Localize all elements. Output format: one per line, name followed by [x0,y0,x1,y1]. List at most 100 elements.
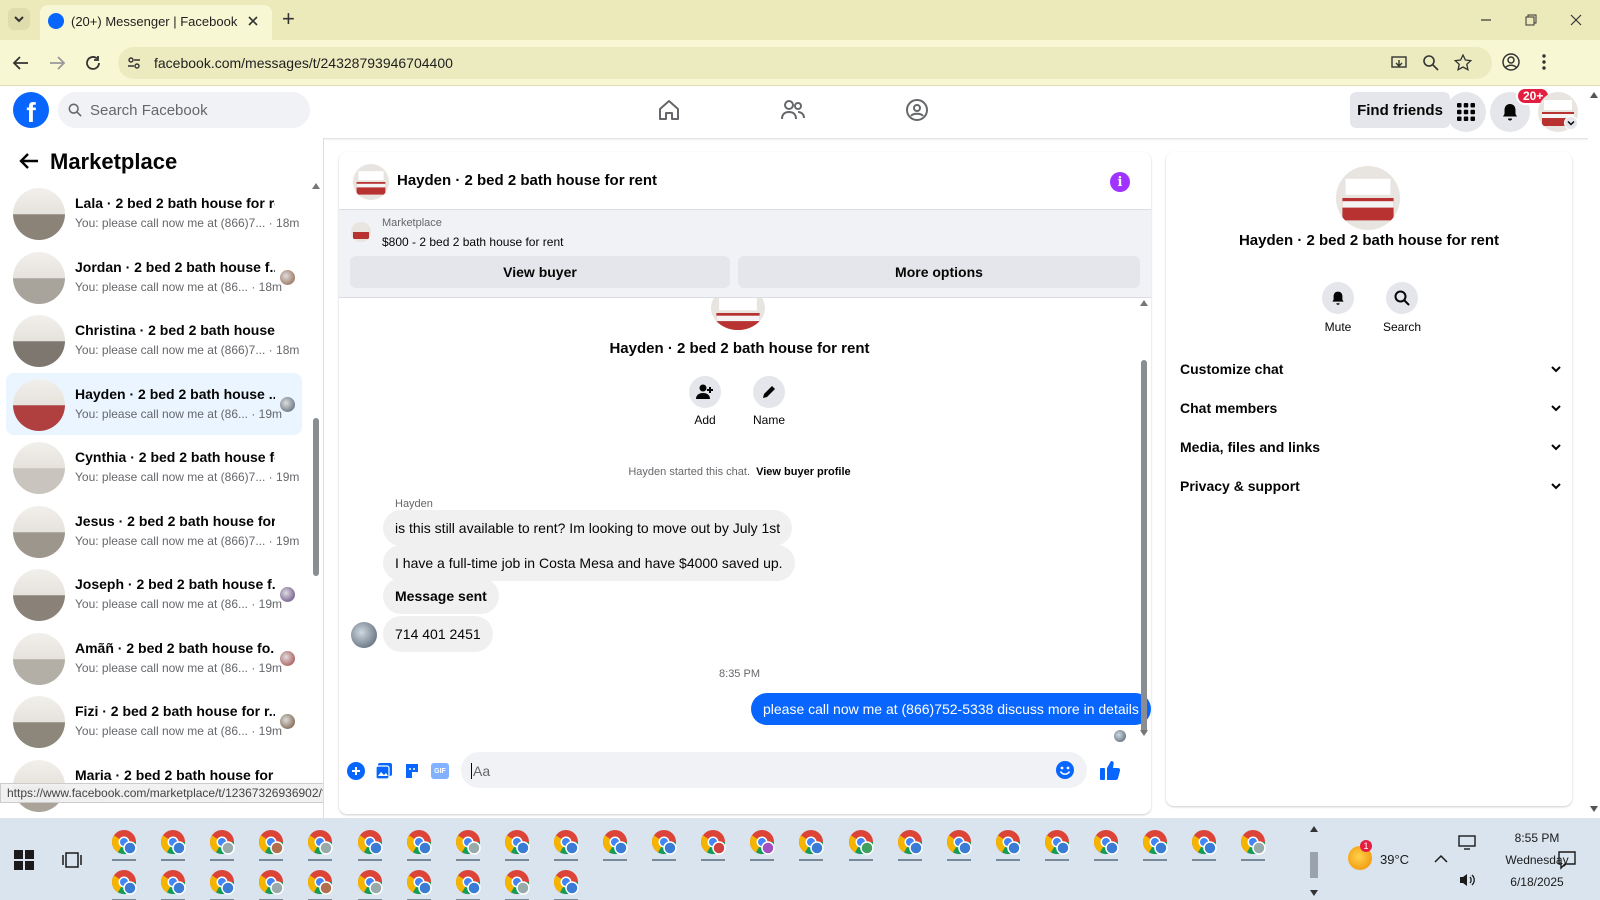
chrome-app-icon[interactable] [945,828,973,861]
windows-start-icon[interactable] [14,850,34,870]
search-in-chat-button[interactable] [1386,282,1418,314]
scroll-up-icon[interactable] [312,183,320,189]
info-icon[interactable]: i [1110,172,1130,192]
chrome-app-icon[interactable] [405,828,433,861]
chrome-app-icon[interactable] [601,828,629,861]
install-app-icon[interactable] [1390,54,1408,72]
chrome-app-icon[interactable] [306,828,334,861]
taskbar-scroll[interactable] [1308,818,1320,900]
chrome-app-icon[interactable] [257,828,285,861]
customize-chat-row[interactable]: Customize chat [1180,351,1562,387]
chrome-app-icon[interactable] [356,828,384,861]
back-arrow-icon[interactable] [18,150,40,172]
network-icon[interactable] [1458,834,1476,850]
conversation-item[interactable]: Jesus · 2 bed 2 bath house for r... You: … [6,500,302,562]
chrome-app-icon[interactable] [208,828,236,861]
plus-icon[interactable] [347,762,365,780]
details-avatar[interactable] [1336,166,1400,230]
chrome-app-icon[interactable] [1092,828,1120,861]
address-bar[interactable]: facebook.com/messages/t/2432879394670440… [118,47,1492,79]
forward-arrow-icon[interactable] [48,54,66,72]
chrome-app-icon[interactable] [1190,828,1218,861]
scroll-thumb[interactable] [313,418,319,576]
message-bubble[interactable]: is this still available to rent? Im look… [383,510,793,546]
message-input[interactable]: Aa [461,752,1087,788]
conversation-item[interactable]: Amãñ · 2 bed 2 bath house fo... You: plea… [6,627,302,689]
message-bubble[interactable]: 714 401 2451 [383,616,493,652]
conversation-item[interactable]: Hayden · 2 bed 2 bath house ... You: plea… [6,373,302,435]
task-view-icon[interactable] [62,850,82,870]
chrome-app-icon[interactable] [208,868,236,900]
chrome-app-icon[interactable] [699,828,727,861]
chrome-app-icon[interactable] [994,828,1022,861]
notification-center-icon[interactable] [1557,850,1577,870]
minimize-icon[interactable] [1478,12,1494,28]
page-scrollbar[interactable] [1588,86,1600,818]
thumbs-up-icon[interactable] [1099,759,1121,781]
volume-icon[interactable] [1458,872,1476,888]
menu-button[interactable] [1446,92,1486,132]
restore-icon[interactable] [1523,12,1539,28]
scroll-up-icon[interactable] [1310,826,1318,832]
chrome-app-icon[interactable] [650,828,678,861]
chrome-app-icon[interactable] [1239,828,1267,861]
scroll-down-icon[interactable] [1310,890,1318,896]
nav-friends[interactable] [772,89,814,131]
conversation-item[interactable]: Lala · 2 bed 2 bath house for rent You: p… [6,182,302,244]
chrome-app-icon[interactable] [454,828,482,861]
chat-header-title[interactable]: Hayden · 2 bed 2 bath house for rent [397,172,657,189]
tab-search-button[interactable] [8,8,30,30]
chrome-app-icon[interactable] [306,868,334,900]
chat-members-row[interactable]: Chat members [1180,390,1562,426]
mute-button[interactable] [1322,282,1354,314]
conversation-item[interactable]: Joseph · 2 bed 2 bath house f... You: ple… [6,563,302,625]
chrome-app-icon[interactable] [503,828,531,861]
chrome-app-icon[interactable] [847,828,875,861]
reload-icon[interactable] [84,54,102,72]
conversation-item[interactable]: Jordan · 2 bed 2 bath house f... You: ple… [6,246,302,308]
site-settings-icon[interactable] [126,55,142,71]
sender-avatar[interactable] [351,622,377,648]
conversation-item[interactable]: Fizi · 2 bed 2 bath house for r... You: p… [6,690,302,752]
browser-menu-icon[interactable] [1540,52,1548,72]
privacy-support-row[interactable]: Privacy & support [1180,468,1562,504]
listing-description[interactable]: $800 - 2 bed 2 bath house for rent [382,235,563,249]
scroll-up-icon[interactable] [1590,92,1598,98]
chrome-app-icon[interactable] [159,828,187,861]
chrome-app-icon[interactable] [257,868,285,900]
chrome-app-icon[interactable] [110,868,138,900]
chevron-up-icon[interactable] [1434,854,1448,864]
chrome-app-icon[interactable] [552,868,580,900]
chrome-app-icon[interactable] [1043,828,1071,861]
add-button[interactable] [689,376,721,408]
find-friends-button[interactable]: Find friends [1350,92,1450,128]
media-files-links-row[interactable]: Media, files and links [1180,429,1562,465]
search-facebook-input[interactable]: Search Facebook [58,92,310,128]
account-chevron[interactable] [1564,116,1578,130]
close-tab-icon[interactable] [245,13,261,29]
chrome-app-icon[interactable] [1141,828,1169,861]
back-arrow-icon[interactable] [12,54,30,72]
message-bubble[interactable]: I have a full-time job in Costa Mesa and… [383,545,795,581]
close-window-icon[interactable] [1568,12,1584,28]
scroll-thumb[interactable] [1310,852,1318,878]
view-buyer-profile-link[interactable]: View buyer profile [756,466,851,478]
scroll-down-icon[interactable] [1590,806,1598,812]
view-buyer-button[interactable]: View buyer [350,256,730,288]
chrome-app-icon[interactable] [797,828,825,861]
profile-icon[interactable] [1501,52,1521,72]
scroll-thumb[interactable] [1141,360,1147,734]
name-button[interactable] [753,376,785,408]
nav-groups[interactable] [896,89,938,131]
chrome-app-icon[interactable] [503,868,531,900]
temperature-text[interactable]: 39°C [1380,852,1409,867]
nav-home[interactable] [648,89,690,131]
chrome-app-icon[interactable] [159,868,187,900]
new-tab-button[interactable]: + [282,6,295,32]
my-message-bubble[interactable]: please call now me at (866)752-5338 disc… [751,693,1151,725]
chrome-app-icon[interactable] [552,828,580,861]
chat-scrollbar[interactable] [1139,298,1149,744]
more-options-button[interactable]: More options [738,256,1140,288]
chrome-app-icon[interactable] [110,828,138,861]
chrome-app-icon[interactable] [896,828,924,861]
